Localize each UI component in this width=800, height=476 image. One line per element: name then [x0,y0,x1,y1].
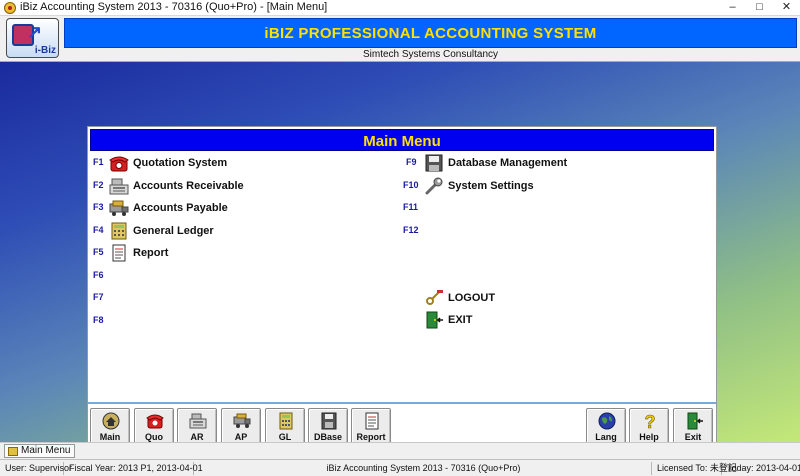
status-app-info: iBiz Accounting System 2013 - 70316 (Quo… [196,462,652,475]
ibiz-logo: ↗ i-Biz [6,18,59,58]
main-menu-title: Main Menu [363,133,441,150]
keys-icon [426,290,443,305]
report-icon [365,412,379,430]
main-menu-title-bar: Main Menu [90,129,714,151]
toolbar-quo-button[interactable]: Quo [134,408,174,445]
company-name: Simtech Systems Consultancy [362,49,499,60]
app-name: iBIZ PROFESSIONAL ACCOUNTING SYSTEM [264,25,597,42]
minimize-button[interactable]: – [719,0,746,16]
app-banner: iBIZ PROFESSIONAL ACCOUNTING SYSTEM [64,18,797,48]
exit-door-icon [426,311,443,329]
fkey-f9: F9 [406,157,417,167]
close-button[interactable]: ✕ [773,0,800,16]
status-today: Today: 2013-04-01 [727,463,800,473]
svg-text:?: ? [645,412,656,430]
calculator-icon [279,412,293,430]
fkey-f1: F1 [93,157,104,167]
fkey-f8: F8 [93,315,104,325]
fkey-f12: F12 [403,225,419,235]
menu-label: LOGOUT [448,292,496,304]
menu-accounts-receivable[interactable]: Accounts Receivable [109,176,244,196]
status-user: User: Supervisor [2,462,72,475]
menu-label: Database Management [448,157,568,169]
fkey-f7: F7 [93,292,104,302]
menu-label: Accounts Receivable [133,180,244,192]
menu-label: Accounts Payable [133,202,228,214]
menu-general-ledger[interactable]: General Ledger [109,221,214,241]
window-controls: – □ ✕ [719,0,800,16]
menu-report[interactable]: Report [109,243,168,263]
report-icon [112,244,126,262]
menu-quotation-system[interactable]: Quotation System [109,153,227,173]
taskbar-main-menu-tab[interactable]: Main Menu [4,444,76,458]
money-truck-icon [109,200,129,216]
menu-database-management[interactable]: Database Management [424,153,567,173]
app-header: ↗ i-Biz iBIZ PROFESSIONAL ACCOUNTING SYS… [0,16,800,62]
telephone-icon [109,156,129,172]
cash-register-icon [189,413,207,429]
menu-label: Report [133,247,169,259]
calculator-icon [111,222,127,240]
toolbar-ar-button[interactable]: AR [177,408,217,445]
toolbar-ap-button[interactable]: AP [221,408,261,445]
toolbar-gl-button[interactable]: GL [265,408,305,445]
fkey-f6: F6 [93,270,104,280]
wrench-icon [425,177,443,195]
money-truck-icon [233,413,251,428]
menu-system-settings[interactable]: System Settings [424,176,534,196]
panel-divider [88,402,716,404]
fkey-f3: F3 [93,202,104,212]
main-menu-panel: Main Menu F1 F2 F3 F4 F5 F6 F7 F8 Quotat… [87,126,717,446]
window-icon [8,447,18,456]
menu-label: System Settings [448,180,534,192]
fkey-f5: F5 [93,247,104,257]
fkey-f2: F2 [93,180,104,190]
toolbar-help-button[interactable]: ? Help [629,408,669,445]
fkey-f4: F4 [93,225,104,235]
fkey-f10: F10 [403,180,419,190]
exit-door-icon [687,412,703,430]
menu-logout[interactable]: LOGOUT [424,288,495,308]
toolbar-lang-button[interactable]: Lang [586,408,626,445]
fkey-f11: F11 [403,202,419,212]
window-title: iBiz Accounting System 2013 - 70316 (Quo… [20,1,328,13]
status-fiscal-year: Fiscal Year: 2013 P1, 2013-04-01 [66,462,203,475]
menu-accounts-payable[interactable]: Accounts Payable [109,198,228,218]
toolbar-exit-button[interactable]: Exit [673,408,713,445]
telephone-icon [146,414,164,429]
status-bar: User: Supervisor Fiscal Year: 2013 P1, 2… [0,459,800,476]
home-icon [102,412,120,430]
floppy-disk-icon [321,412,337,430]
cash-register-icon [109,178,129,195]
menu-label: General Ledger [133,225,214,237]
toolbar-dbase-button[interactable]: DBase [308,408,348,445]
toolbar-main-button[interactable]: Main [90,408,130,445]
window-title-bar: iBiz Accounting System 2013 - 70316 (Quo… [0,0,800,16]
task-label: Main Menu [21,445,71,456]
floppy-disk-icon [425,154,443,172]
app-icon[interactable] [4,2,16,14]
menu-label: EXIT [448,314,473,326]
toolbar-report-button[interactable]: Report [351,408,391,445]
question-mark-icon: ? [644,412,656,430]
menu-exit[interactable]: EXIT [424,310,472,330]
menu-label: Quotation System [133,157,228,169]
globe-icon [598,412,616,430]
mdi-taskbar: Main Menu [0,442,800,458]
mdi-desktop: Main Menu F1 F2 F3 F4 F5 F6 F7 F8 Quotat… [0,62,800,446]
status-licensed: Licensed To: 未登記 [654,462,737,475]
maximize-button[interactable]: □ [746,0,773,16]
